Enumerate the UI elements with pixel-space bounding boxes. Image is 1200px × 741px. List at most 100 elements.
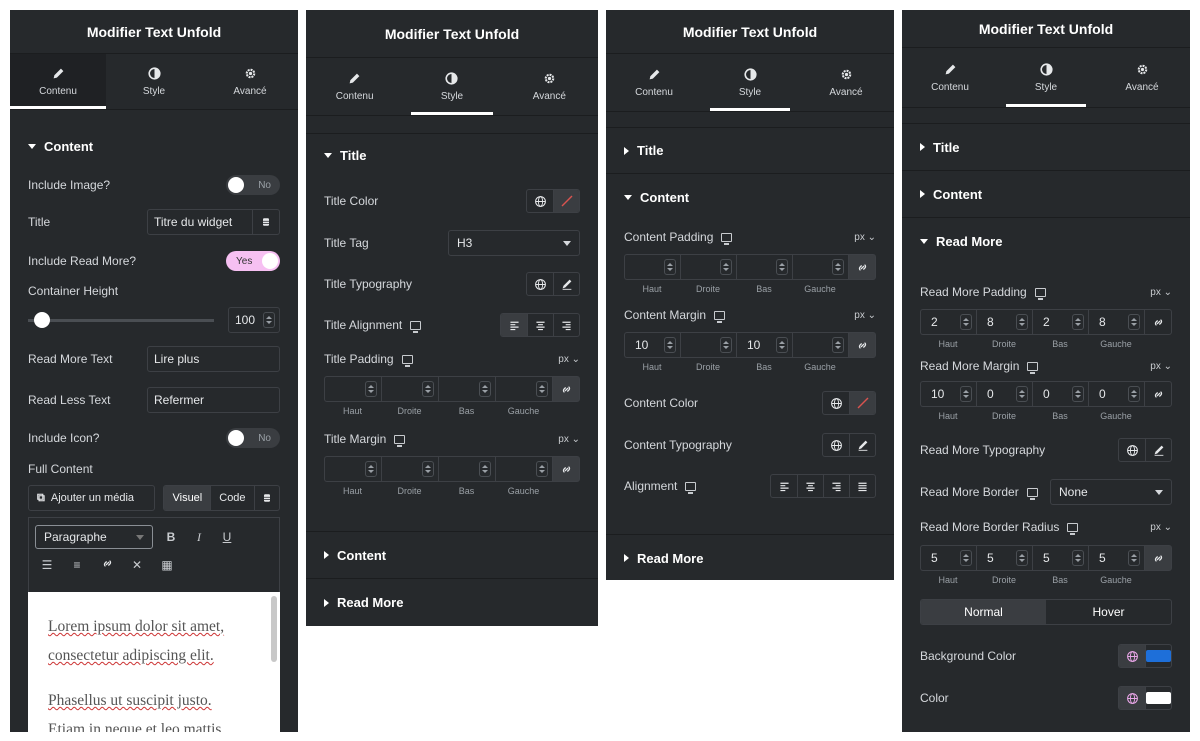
desktop-icon[interactable] xyxy=(394,434,406,447)
padding-top-input[interactable] xyxy=(324,376,381,402)
section-content[interactable]: Content xyxy=(306,532,598,579)
desktop-icon[interactable] xyxy=(1027,361,1039,374)
radius-bottom-input[interactable]: 5 xyxy=(1032,545,1088,571)
spinner-icon[interactable] xyxy=(263,312,275,328)
editor-scrollbar[interactable] xyxy=(271,596,277,662)
padding-top-input[interactable]: 2 xyxy=(920,309,976,335)
format-select[interactable]: Paragraphe xyxy=(35,525,153,549)
desktop-icon[interactable] xyxy=(714,310,726,323)
tab-style[interactable]: Style xyxy=(403,58,501,115)
container-height-slider[interactable] xyxy=(28,311,214,328)
spinner-icon[interactable] xyxy=(365,461,377,477)
tab-contenu[interactable]: Contenu xyxy=(606,54,702,111)
tab-avance[interactable]: Avancé xyxy=(202,54,298,109)
padding-left-input[interactable]: 8 xyxy=(1088,309,1144,335)
fullscreen-icon[interactable]: ✕ xyxy=(127,558,147,572)
add-media-button[interactable]: ⧉ Ajouter un média xyxy=(28,485,156,511)
spinner-icon[interactable] xyxy=(960,386,972,402)
radius-top-input[interactable]: 5 xyxy=(920,545,976,571)
padding-bottom-input[interactable] xyxy=(438,376,495,402)
unit-select[interactable]: px ⌄ xyxy=(558,354,580,365)
section-title[interactable]: Title xyxy=(306,134,598,176)
state-normal-tab[interactable]: Normal xyxy=(921,600,1046,624)
desktop-icon[interactable] xyxy=(1067,522,1079,535)
margin-top-input[interactable] xyxy=(324,456,381,482)
margin-bottom-input[interactable]: 0 xyxy=(1032,381,1088,407)
padding-bottom-input[interactable] xyxy=(736,254,792,280)
spinner-icon[interactable] xyxy=(664,259,676,275)
global-fonts-button[interactable] xyxy=(823,434,849,456)
title-tag-select[interactable]: H3 xyxy=(448,230,580,256)
bold-button[interactable]: B xyxy=(161,530,181,544)
desktop-icon[interactable] xyxy=(1034,287,1046,300)
spinner-icon[interactable] xyxy=(365,381,377,397)
spinner-icon[interactable] xyxy=(536,381,548,397)
margin-top-input[interactable]: 10 xyxy=(920,381,976,407)
spinner-icon[interactable] xyxy=(1128,550,1140,566)
tab-avance[interactable]: Avancé xyxy=(1094,48,1190,107)
desktop-icon[interactable] xyxy=(401,354,413,367)
global-fonts-button[interactable] xyxy=(527,273,553,295)
margin-left-input[interactable] xyxy=(495,456,552,482)
section-title[interactable]: Title xyxy=(606,128,894,174)
padding-bottom-input[interactable]: 2 xyxy=(1032,309,1088,335)
global-colors-button[interactable] xyxy=(823,392,849,414)
spinner-icon[interactable] xyxy=(1072,314,1084,330)
edit-typography-button[interactable] xyxy=(553,273,579,295)
edit-typography-button[interactable] xyxy=(849,434,875,456)
italic-button[interactable]: I xyxy=(189,530,209,545)
container-height-input[interactable]: 100 xyxy=(228,307,280,333)
tab-style[interactable]: Style xyxy=(702,54,798,111)
underline-button[interactable]: U xyxy=(217,530,237,544)
desktop-icon[interactable] xyxy=(721,232,733,245)
title-input[interactable]: Titre du widget xyxy=(147,209,253,235)
padding-right-input[interactable] xyxy=(381,376,438,402)
margin-bottom-input[interactable]: 10 xyxy=(736,332,792,358)
margin-bottom-input[interactable] xyxy=(438,456,495,482)
tab-avance[interactable]: Avancé xyxy=(798,54,894,111)
margin-right-input[interactable] xyxy=(381,456,438,482)
include-icon-toggle[interactable]: No xyxy=(226,428,280,448)
margin-right-input[interactable] xyxy=(680,332,736,358)
section-content[interactable]: Content xyxy=(10,126,298,166)
align-right-button[interactable] xyxy=(553,314,579,336)
spinner-icon[interactable] xyxy=(1072,550,1084,566)
spinner-icon[interactable] xyxy=(422,381,434,397)
section-read-more[interactable]: Read More xyxy=(902,218,1190,265)
spinner-icon[interactable] xyxy=(664,337,676,353)
link-icon[interactable] xyxy=(97,557,117,573)
link-values-button[interactable] xyxy=(1144,545,1172,571)
content-editor[interactable]: Lorem ipsum dolor sit amet, consectetur a… xyxy=(28,592,280,732)
bullet-list-icon[interactable]: ☰ xyxy=(37,558,57,572)
include-read-more-toggle[interactable]: Yes xyxy=(226,251,280,271)
spinner-icon[interactable] xyxy=(720,337,732,353)
global-colors-button[interactable] xyxy=(1119,687,1145,709)
link-values-button[interactable] xyxy=(848,254,876,280)
section-content[interactable]: Content xyxy=(606,174,894,220)
unit-select[interactable]: px ⌄ xyxy=(1150,522,1172,533)
spinner-icon[interactable] xyxy=(422,461,434,477)
align-left-button[interactable] xyxy=(501,314,527,336)
dynamic-tags-button[interactable] xyxy=(253,209,280,235)
section-read-more[interactable]: Read More xyxy=(606,535,894,580)
desktop-icon[interactable] xyxy=(685,481,697,494)
code-tab[interactable]: Code xyxy=(210,486,253,510)
unit-select[interactable]: px ⌄ xyxy=(1150,361,1172,372)
spinner-icon[interactable] xyxy=(776,337,788,353)
read-less-text-input[interactable]: Refermer xyxy=(147,387,280,413)
padding-right-input[interactable]: 8 xyxy=(976,309,1032,335)
unit-select[interactable]: px ⌄ xyxy=(558,434,580,445)
spinner-icon[interactable] xyxy=(832,259,844,275)
edit-typography-button[interactable] xyxy=(1145,439,1171,461)
include-image-toggle[interactable]: No xyxy=(226,175,280,195)
spinner-icon[interactable] xyxy=(1016,386,1028,402)
tab-style[interactable]: Style xyxy=(106,54,202,109)
spinner-icon[interactable] xyxy=(960,550,972,566)
margin-left-input[interactable] xyxy=(792,332,848,358)
margin-top-input[interactable]: 10 xyxy=(624,332,680,358)
margin-left-input[interactable]: 0 xyxy=(1088,381,1144,407)
spinner-icon[interactable] xyxy=(776,259,788,275)
global-fonts-button[interactable] xyxy=(1119,439,1145,461)
desktop-icon[interactable] xyxy=(1026,487,1038,500)
radius-right-input[interactable]: 5 xyxy=(976,545,1032,571)
